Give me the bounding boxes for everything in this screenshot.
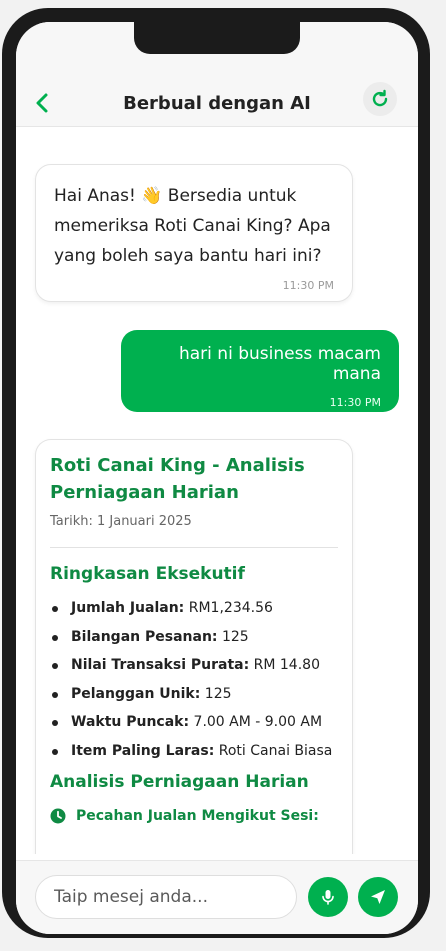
item-label: Item Paling Laras: — [71, 742, 215, 759]
phone-frame: Berbual dengan AI Hai Anas! 👋 Bersedia u… — [2, 8, 430, 938]
sub-heading-text: Pecahan Jualan Mengikut Sesi: — [76, 807, 319, 824]
screen: Berbual dengan AI Hai Anas! 👋 Bersedia u… — [16, 22, 418, 934]
list-item: Jumlah Jualan: RM1,234.56 — [50, 594, 338, 623]
ai-message-report: Roti Canai King - Analisis Perniagaan Ha… — [35, 439, 353, 854]
list-item: Pelanggan Unik: 125 — [50, 680, 338, 709]
list-item: Waktu Puncak: 7.00 AM - 9.00 AM — [50, 708, 338, 737]
user-message: hari ni business macam mana 11:30 PM — [121, 330, 399, 412]
voice-button[interactable] — [308, 877, 348, 917]
send-icon — [371, 890, 385, 904]
message-time: 11:30 PM — [329, 396, 381, 409]
ai-message-greeting: Hai Anas! 👋 Bersedia untuk memeriksa Rot… — [35, 164, 353, 302]
item-value: 125 — [217, 628, 249, 645]
item-value: 125 — [200, 685, 232, 702]
message-text: hari ni business macam mana — [178, 344, 381, 384]
report-date: Tarikh: 1 Januari 2025 — [50, 514, 192, 529]
item-label: Jumlah Jualan: — [71, 600, 185, 616]
list-item: Nilai Transaksi Purata: RM 14.80 — [50, 651, 338, 680]
input-bar — [16, 860, 418, 934]
send-button[interactable] — [358, 877, 398, 917]
divider — [50, 547, 338, 548]
analysis-heading: Analisis Perniagaan Harian — [50, 771, 309, 792]
item-value: Roti Canai Biasa — [214, 742, 333, 759]
list-item: Bilangan Pesanan: 125 — [50, 623, 338, 652]
message-time: 11:30 PM — [282, 279, 334, 292]
microphone-icon — [322, 890, 334, 905]
item-value: RM 14.80 — [249, 657, 320, 674]
summary-list: Jumlah Jualan: RM1,234.56 Bilangan Pesan… — [50, 594, 338, 766]
refresh-icon — [372, 89, 388, 107]
item-label: Bilangan Pesanan: — [71, 628, 218, 645]
message-input[interactable] — [35, 875, 297, 919]
summary-heading: Ringkasan Eksekutif — [50, 564, 245, 584]
item-label: Nilai Transaksi Purata: — [71, 657, 250, 674]
item-label: Waktu Puncak: — [71, 714, 190, 731]
clock-icon — [50, 808, 66, 824]
item-value: RM1,234.56 — [184, 600, 273, 616]
page-title: Berbual dengan AI — [123, 93, 311, 114]
chat-messages[interactable]: Hai Anas! 👋 Bersedia untuk memeriksa Rot… — [16, 126, 418, 854]
message-text: Hai Anas! 👋 Bersedia untuk memeriksa Rot… — [54, 186, 331, 266]
list-item: Item Paling Laras: Roti Canai Biasa — [50, 737, 338, 766]
item-label: Pelanggan Unik: — [71, 685, 201, 702]
refresh-button[interactable] — [363, 82, 397, 116]
item-value: 7.00 AM - 9.00 AM — [189, 714, 323, 731]
report-title: Roti Canai King - Analisis Perniagaan Ha… — [50, 455, 305, 503]
session-breakdown-heading: Pecahan Jualan Mengikut Sesi: — [50, 808, 338, 824]
phone-notch — [134, 22, 300, 54]
